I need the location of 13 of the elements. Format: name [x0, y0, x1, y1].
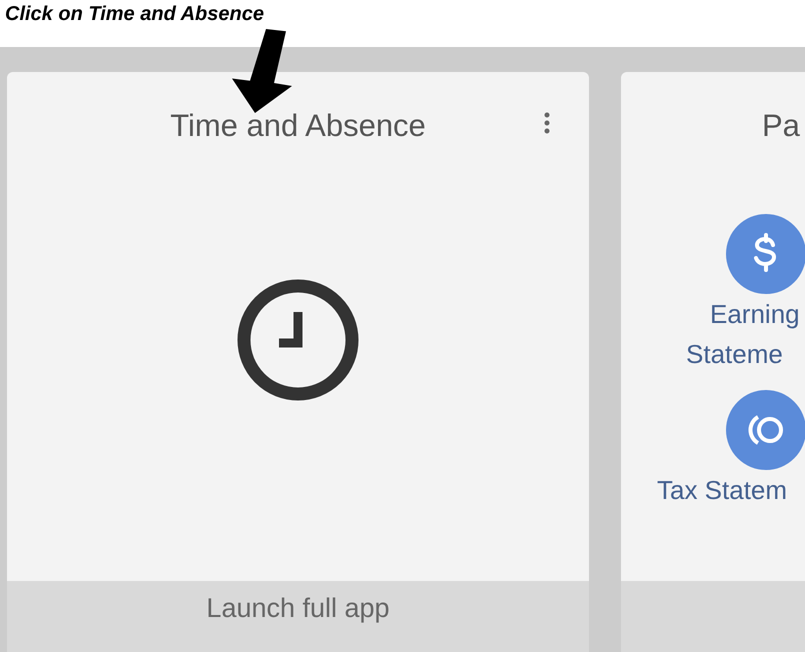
card-title: Time and Absence: [170, 110, 426, 141]
dollar-icon[interactable]: [726, 214, 805, 294]
item-label[interactable]: Earning: [710, 294, 805, 334]
item-label[interactable]: Tax Statem: [657, 470, 805, 510]
more-options-icon[interactable]: [544, 112, 550, 134]
app-card[interactable]: Time and Absence Launch full app: [7, 72, 589, 652]
instruction-text: Click on Time and Absence: [5, 2, 265, 26]
item-label[interactable]: Stateme: [686, 334, 805, 374]
card-title: Pa: [762, 110, 801, 141]
clock-icon: [237, 279, 359, 401]
app-card[interactable]: Pa Earning Stateme Tax Statem: [621, 72, 805, 652]
coins-icon[interactable]: [726, 390, 805, 470]
launch-full-app-button[interactable]: Launch full app: [7, 581, 589, 652]
